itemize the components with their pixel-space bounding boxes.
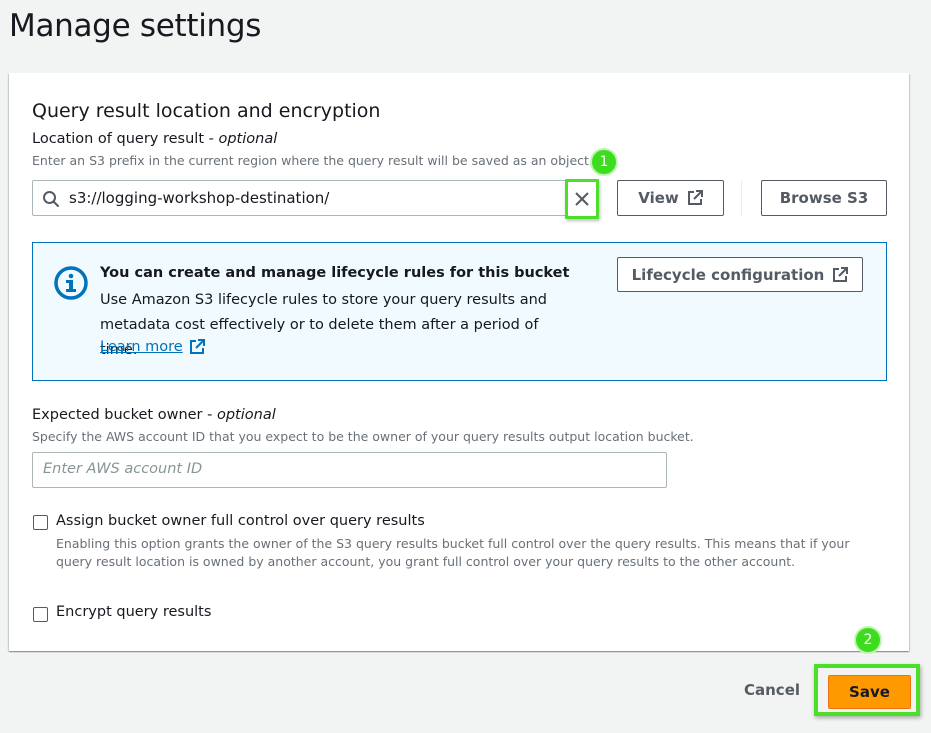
location-label: Location of query result - optional: [32, 131, 278, 147]
cancel-button[interactable]: Cancel: [744, 681, 800, 699]
bucket-owner-optional: optional: [216, 407, 276, 423]
bucket-owner-label: Expected bucket owner - optional: [32, 407, 276, 423]
assign-control-description: Enabling this option grants the owner of…: [56, 536, 850, 569]
browse-s3-label: Browse S3: [779, 189, 869, 207]
info-icon: [54, 266, 88, 300]
learn-more-label: Learn more: [100, 339, 183, 355]
button-divider: [741, 180, 742, 216]
lifecycle-info-alert: You can create and manage lifecycle rule…: [32, 242, 887, 381]
external-link-icon: [189, 339, 205, 354]
lifecycle-configuration-label: Lifecycle configuration: [631, 265, 825, 284]
annotation-badge-1: 1: [590, 148, 618, 176]
section-title: Query result location and encryption: [32, 100, 381, 122]
settings-panel: Query result location and encryption Loc…: [9, 73, 909, 651]
encrypt-label: Encrypt query results: [56, 604, 212, 620]
assign-control-label: Assign bucket owner full control over qu…: [56, 513, 425, 529]
location-input[interactable]: s3://logging-workshop-destination/: [32, 180, 599, 216]
lifecycle-configuration-button[interactable]: Lifecycle configuration: [617, 257, 863, 292]
view-button[interactable]: View: [617, 180, 724, 216]
external-link-icon: [833, 266, 849, 282]
search-icon: [43, 191, 59, 207]
external-link-icon: [687, 190, 703, 205]
location-description: Enter an S3 prefix in the current region…: [32, 153, 593, 168]
assign-control-checkbox[interactable]: [33, 515, 48, 530]
annotation-badge-2: 2: [854, 626, 882, 654]
location-optional: optional: [218, 131, 278, 147]
view-button-label: View: [638, 189, 679, 207]
save-button[interactable]: Save: [828, 675, 911, 709]
page-title: Manage settings: [9, 8, 262, 44]
save-highlight: Save: [814, 664, 920, 716]
info-title: You can create and manage lifecycle rule…: [100, 265, 570, 281]
encrypt-checkbox[interactable]: [33, 607, 48, 622]
location-value: s3://logging-workshop-destination/: [69, 189, 330, 207]
browse-s3-button[interactable]: Browse S3: [761, 180, 887, 216]
bucket-owner-description: Specify the AWS account ID that you expe…: [32, 429, 694, 444]
clear-location-button[interactable]: [565, 179, 599, 219]
aws-account-id-input[interactable]: Enter AWS account ID: [32, 452, 667, 488]
close-icon: [575, 192, 589, 206]
learn-more-link[interactable]: Learn more: [100, 339, 205, 355]
